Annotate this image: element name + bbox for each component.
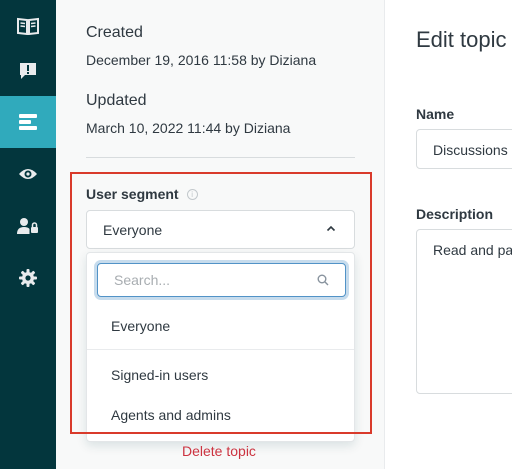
topic-settings-panel: Created December 19, 2016 11:58 by Dizia… [56,0,385,469]
dropdown-search-box[interactable] [97,263,346,297]
description-field-value: Read and pa [433,242,512,258]
user-lock-icon [17,218,38,234]
book-icon [17,17,39,35]
search-icon [317,274,329,286]
alert-message-icon [20,63,36,79]
dropdown-option-agents-and-admins[interactable]: Agents and admins [87,395,354,435]
page-title: Edit topic [416,27,507,52]
gear-icon [19,269,37,287]
delete-topic-link[interactable]: Delete topic [182,443,256,459]
description-field[interactable]: Read and pa [416,229,512,394]
user-segment-label-text: User segment [86,186,179,202]
divider [86,157,355,158]
user-segment-dropdown: Everyone Signed-in users Agents and admi… [86,252,355,442]
name-field[interactable]: Discussions [416,129,512,169]
description-label: Description [416,206,494,222]
created-value: December 19, 2016 11:58 by Diziana [86,52,317,68]
dropdown-search-input[interactable] [114,264,304,296]
nav-item-moderation[interactable] [0,45,56,97]
user-segment-selected-value: Everyone [103,222,163,238]
topics-icon [19,114,37,130]
dropdown-option-everyone[interactable]: Everyone [87,306,354,346]
user-segment-label: User segment i [86,186,198,202]
created-label: Created [86,24,143,41]
nav-item-settings[interactable] [0,252,56,304]
nav-item-topics[interactable] [0,96,56,148]
dropdown-option-signed-in-users[interactable]: Signed-in users [87,355,354,395]
nav-item-permissions[interactable] [0,200,56,252]
nav-item-preview[interactable] [0,148,56,200]
updated-label: Updated [86,92,147,109]
info-icon[interactable]: i [186,188,198,200]
name-field-value: Discussions [433,142,508,158]
user-segment-select[interactable]: Everyone [86,210,355,249]
eye-icon [19,169,37,179]
chevron-up-icon [326,225,336,232]
updated-value: March 10, 2022 11:44 by Diziana [86,120,291,136]
name-label: Name [416,106,455,122]
option-separator [87,349,354,350]
sidebar-nav [0,0,56,469]
